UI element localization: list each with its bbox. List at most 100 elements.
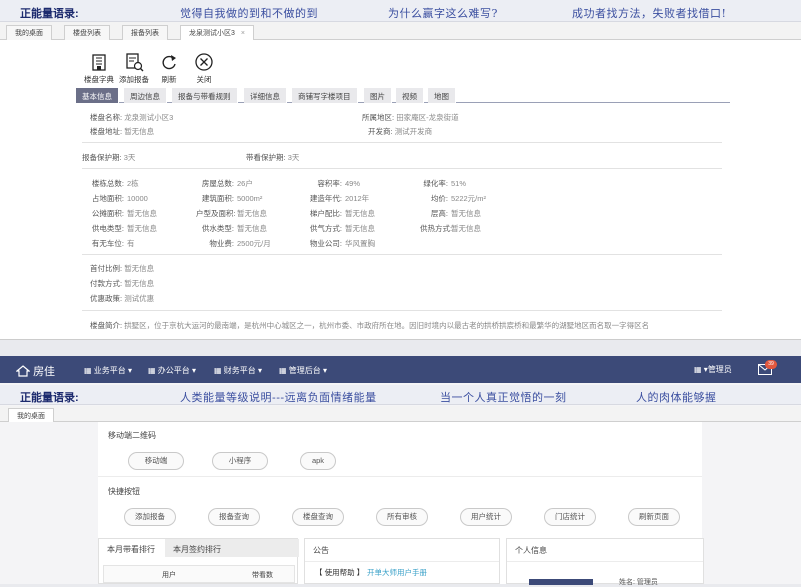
notice-tag: 【 使用帮助 】 — [315, 568, 365, 577]
menu-label: 办公平台 — [157, 366, 190, 375]
field-label: 物业公司: — [309, 239, 342, 248]
attribute-cell: 占地面积: 10000 — [90, 193, 148, 204]
field-value: 暂无信息 — [124, 279, 155, 288]
divider — [98, 476, 702, 477]
energy-quote-message: 为什么赢字这么难写? — [388, 7, 498, 20]
app-logo[interactable]: 房佳 — [15, 363, 56, 379]
add-report-button[interactable]: 添加报备 — [117, 52, 151, 85]
tab-close-icon[interactable]: × — [241, 30, 245, 37]
tab-my-desktop[interactable]: 我的桌面 — [8, 408, 54, 422]
tab-monthly-signing-ranking[interactable]: 本月签约排行 — [165, 539, 299, 557]
qr-section-title: 移动端二维码 — [108, 431, 156, 440]
tab-images[interactable]: 图片 — [364, 88, 392, 103]
page-tabs-bar: 我的桌面 — [0, 406, 801, 422]
attribute-cell: 房屋总数: 26户 — [196, 178, 253, 189]
ranking-card: 本月带看排行 本月签约排行 用户 带看数 — [98, 538, 299, 584]
attribute-cell: 建筑面积: 5000m² — [196, 193, 263, 204]
divider — [82, 254, 722, 255]
tab-surrounding-info[interactable]: 周边信息 — [124, 88, 167, 103]
tab-basic-info[interactable]: 基本信息 — [76, 88, 119, 103]
discount-policy-row: 优惠政策: 测试优惠 — [90, 293, 154, 304]
quick-report-query-button[interactable]: 报备查询 — [208, 508, 260, 526]
field-value: 暂无信息 — [124, 264, 155, 273]
menu-business-platform[interactable]: ▦ 业务平台 ▾ — [84, 365, 132, 376]
tab-my-desktop[interactable]: 我的桌面 — [6, 25, 52, 40]
qr-mobile-button[interactable]: 移动端 — [128, 452, 184, 470]
field-value: 有 — [127, 239, 135, 248]
field-value: 10000 — [127, 194, 148, 203]
refresh-button[interactable]: 刷新 — [152, 52, 186, 85]
tab-report-rules[interactable]: 报备与带看规则 — [172, 88, 238, 103]
attribute-cell: 容积率: 49% — [306, 178, 360, 189]
toolbar-label: 关闭 — [196, 75, 212, 84]
tab-property-list[interactable]: 楼盘列表 — [64, 25, 110, 40]
tab-property-detail[interactable]: 龙泉测试小区3 × — [180, 25, 254, 40]
close-icon — [195, 53, 213, 71]
field-label: 首付比例: — [90, 264, 123, 273]
close-button[interactable]: 关闭 — [187, 52, 221, 85]
tab-shop-office-projects[interactable]: 商铺写字楼项目 — [292, 88, 358, 103]
divider — [82, 142, 722, 143]
building-dictionary-icon — [92, 54, 106, 71]
property-detail-window: 正能量语录: 觉得自我做的到和不做的到 为什么赢字这么难写? 成功者找方法，失败… — [0, 0, 801, 340]
tab-detailed-info[interactable]: 详细信息 — [244, 88, 287, 103]
field-value: 暂无信息 — [237, 224, 267, 233]
divider — [82, 310, 722, 311]
field-value: 49% — [345, 179, 361, 188]
tab-videos[interactable]: 视频 — [396, 88, 424, 103]
mail-count-badge: 39 — [765, 360, 777, 369]
attribute-cell: 层高: 暂无信息 — [420, 208, 481, 219]
profile-card: 个人信息 姓名: 管理员 — [506, 538, 704, 586]
user-avatar-icon: ▦ — [694, 365, 702, 374]
menu-label: 财务平台 — [223, 366, 256, 375]
field-label: 建筑面积: — [201, 194, 234, 203]
tab-label: 报备列表 — [131, 30, 159, 37]
column-header-user: 用户 — [162, 572, 176, 579]
field-label: 带看保护期: — [246, 153, 286, 162]
house-icon — [15, 365, 31, 377]
quick-user-stats-button[interactable]: 用户统计 — [460, 508, 512, 526]
energy-quote-message: 成功者找方法，失败者找借口! — [572, 7, 727, 20]
menu-office-platform[interactable]: ▦ 办公平台 ▾ — [148, 365, 196, 376]
avatar — [529, 579, 593, 585]
field-label: 供电类型: — [91, 224, 124, 233]
menu-finance-platform[interactable]: ▦ 财务平台 ▾ — [214, 365, 262, 376]
energy-quote-bar: 正能量语录: 觉得自我做的到和不做的到 为什么赢字这么难写? 成功者找方法，失败… — [0, 0, 801, 22]
qr-miniprogram-button[interactable]: 小程序 — [212, 452, 268, 470]
quick-property-query-button[interactable]: 楼盘查询 — [292, 508, 344, 526]
intro-row: 楼盘简介: 拱墅区，位于京杭大运河的最南端，是杭州中心城区之一，杭州市委、市政府… — [90, 320, 649, 331]
app-name: 房佳 — [33, 366, 56, 378]
field-label: 公摊面积: — [91, 209, 124, 218]
notice-title: 公告 — [313, 546, 329, 555]
field-value: 暂无信息 — [451, 209, 481, 218]
notice-link[interactable]: 开单大师用户手册 — [367, 567, 427, 578]
tab-report-list[interactable]: 报备列表 — [122, 25, 168, 40]
quick-add-report-button[interactable]: 添加报备 — [124, 508, 176, 526]
field-value: 暂无信息 — [127, 209, 157, 218]
refresh-icon — [162, 55, 176, 70]
attribute-cell: 供电类型: 暂无信息 — [90, 223, 157, 234]
field-label: 房屋总数: — [201, 179, 234, 188]
field-value: 暂无信息 — [237, 209, 267, 218]
field-label: 占地面积: — [91, 194, 124, 203]
visit-protect-row: 带看保护期: 3天 — [246, 152, 299, 163]
field-label: 楼盘地址: — [90, 127, 123, 136]
user-menu[interactable]: ▦ ▾管理员 — [694, 364, 732, 375]
building-dictionary-button[interactable]: 楼盘字典 — [82, 52, 116, 85]
attribute-cell: 公摊面积: 暂无信息 — [90, 208, 157, 219]
region-row: 所属地区: 田家庵区-龙泉街道 — [362, 112, 459, 123]
field-label: 层高: — [430, 209, 448, 218]
quick-all-reviews-button[interactable]: 所有审核 — [376, 508, 428, 526]
quick-refresh-button[interactable]: 刷新页面 — [628, 508, 680, 526]
attribute-cell: 楼栋总数: 2栋 — [90, 178, 139, 189]
tab-map[interactable]: 地图 — [428, 88, 456, 103]
menu-admin-backend[interactable]: ▦ 管理后台 ▾ — [279, 365, 327, 376]
developer-row: 开发商: 测试开发商 — [368, 126, 432, 137]
tab-monthly-visit-ranking[interactable]: 本月带看排行 — [99, 539, 163, 557]
attribute-cell: 建造年代: 2012年 — [306, 193, 369, 204]
attribute-cell: 物业费: 2500元/月 — [196, 238, 271, 249]
attribute-cell: 梯户配比: 暂无信息 — [306, 208, 375, 219]
qr-apk-button[interactable]: apk — [300, 452, 336, 470]
field-value: 2500元/月 — [237, 239, 271, 248]
quick-store-stats-button[interactable]: 门店统计 — [544, 508, 596, 526]
